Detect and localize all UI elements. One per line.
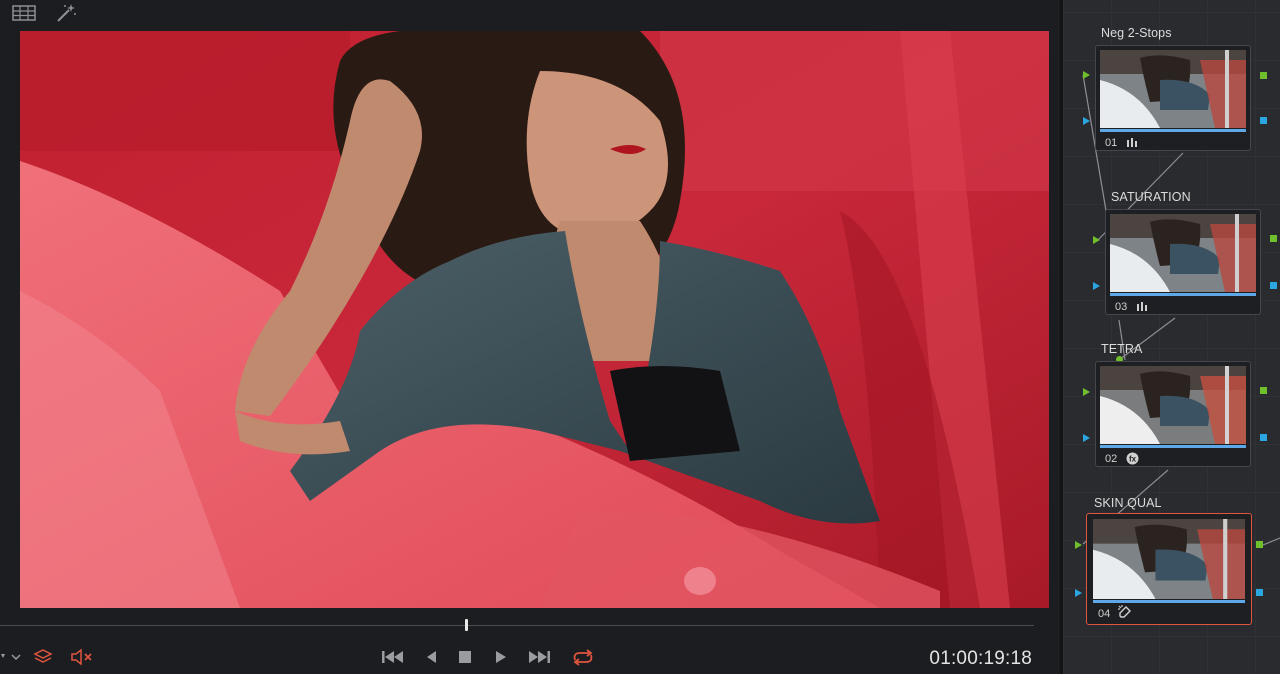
- node-number: 02: [1105, 453, 1118, 465]
- mute-icon[interactable]: [70, 646, 94, 668]
- node-01-rgb-input[interactable]: [1083, 71, 1090, 79]
- node-label: SATURATION: [1111, 190, 1191, 204]
- jump-to-start-icon[interactable]: [380, 646, 406, 668]
- timeline-scrubber[interactable]: [0, 612, 1034, 634]
- viewer-frame-illustration: [20, 31, 1049, 608]
- node-label: SKIN QUAL: [1094, 496, 1162, 510]
- node-01[interactable]: 01: [1095, 45, 1251, 151]
- node-03-alpha-output[interactable]: [1270, 282, 1277, 289]
- node-04-alpha-output[interactable]: [1256, 589, 1263, 596]
- timecode-display: 01:00:19:18: [929, 648, 1032, 669]
- viewer-image[interactable]: [20, 31, 1049, 608]
- grid-view-icon[interactable]: [12, 3, 36, 23]
- levels-icon: [1125, 135, 1139, 149]
- node-thumbnail: [1110, 214, 1256, 292]
- node-04[interactable]: 04: [1086, 513, 1252, 625]
- node-02[interactable]: 02 fx: [1095, 361, 1251, 467]
- loop-icon[interactable]: [569, 646, 597, 668]
- step-back-icon[interactable]: [422, 646, 440, 668]
- node-03-rgb-output[interactable]: [1270, 235, 1277, 242]
- node-04-rgb-input[interactable]: [1075, 541, 1082, 549]
- node-bar: [1093, 600, 1245, 603]
- node-label: Neg 2-Stops: [1101, 26, 1172, 40]
- magic-wand-icon[interactable]: [54, 3, 78, 23]
- qualifier-picker-icon: [1118, 605, 1132, 619]
- levels-icon: [1135, 299, 1149, 313]
- node-thumbnail: [1093, 519, 1245, 599]
- node-03-alpha-input[interactable]: [1093, 282, 1100, 290]
- node-label: TETRA: [1101, 342, 1143, 356]
- view-options-dropdown[interactable]: [0, 646, 24, 668]
- node-01-alpha-input[interactable]: [1083, 117, 1090, 125]
- play-icon[interactable]: [492, 646, 510, 668]
- layers-icon[interactable]: [32, 646, 54, 668]
- node-bar: [1100, 445, 1246, 448]
- node-02-rgb-input[interactable]: [1083, 388, 1090, 396]
- node-02-rgb-output[interactable]: [1260, 387, 1267, 394]
- viewer-toolbar: [0, 0, 1062, 28]
- node-graph-panel[interactable]: Neg 2-Stops 01 SATURATION 03 TETRA 02 fx…: [1063, 0, 1280, 674]
- node-thumbnail: [1100, 366, 1246, 444]
- node-number: 01: [1105, 137, 1118, 149]
- node-bar: [1100, 129, 1246, 132]
- node-02-alpha-input[interactable]: [1083, 434, 1090, 442]
- scrubber-track: [0, 625, 1034, 626]
- node-number: 04: [1098, 608, 1111, 620]
- node-03[interactable]: 03: [1105, 209, 1261, 315]
- fx-icon: fx: [1125, 451, 1139, 465]
- node-03-rgb-input[interactable]: [1093, 236, 1100, 244]
- node-bar: [1110, 293, 1256, 296]
- node-01-rgb-output[interactable]: [1260, 72, 1267, 79]
- jump-to-end-icon[interactable]: [526, 646, 552, 668]
- node-number: 03: [1115, 301, 1128, 313]
- node-thumbnail: [1100, 50, 1246, 128]
- node-01-alpha-output[interactable]: [1260, 117, 1267, 124]
- node-02-alpha-output[interactable]: [1260, 434, 1267, 441]
- svg-text:fx: fx: [1128, 454, 1136, 463]
- node-04-rgb-output[interactable]: [1256, 541, 1263, 548]
- stop-icon[interactable]: [456, 646, 474, 668]
- transport-bar: 01:00:19:18: [0, 640, 1062, 674]
- playhead[interactable]: [465, 619, 469, 631]
- node-04-alpha-input[interactable]: [1075, 589, 1082, 597]
- viewer-panel: 01:00:19:18: [0, 0, 1062, 674]
